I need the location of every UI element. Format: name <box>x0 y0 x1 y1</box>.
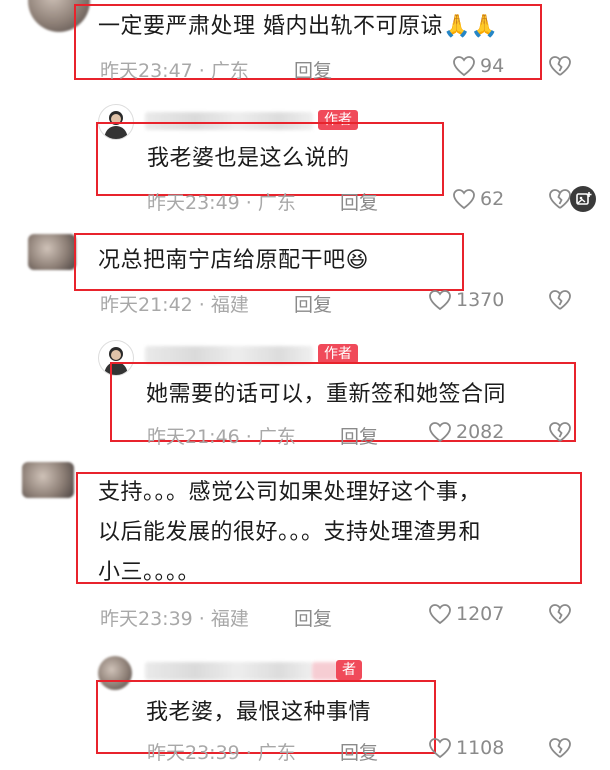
reply-button[interactable]: 回复 <box>340 422 378 449</box>
heart-outline-icon <box>429 604 451 625</box>
meta-separator: · <box>245 742 252 764</box>
comment-meta: 昨天23:49 · 广东 <box>147 188 296 215</box>
like-count: 1108 <box>456 737 505 759</box>
dislike-button[interactable] <box>548 603 572 629</box>
broken-heart-icon <box>549 56 571 76</box>
broken-heart-icon <box>549 604 571 624</box>
comment-time: 昨天23:47 <box>100 60 193 82</box>
comment-meta: 昨天21:46 · 广东 <box>147 422 296 449</box>
like-count: 94 <box>480 55 505 77</box>
comment-time: 昨天23:39 <box>100 608 193 630</box>
author-tag: 作者 <box>318 344 358 364</box>
comment-meta: 昨天23:39 · 广东 <box>147 738 296 765</box>
meta-separator: · <box>198 60 205 82</box>
broken-heart-icon <box>549 189 571 209</box>
like-button[interactable]: 62 <box>452 188 504 210</box>
comment-location: 广东 <box>257 192 296 214</box>
reply-button[interactable]: 回复 <box>340 738 378 765</box>
like-button[interactable]: 1108 <box>428 737 504 759</box>
comment-location: 福建 <box>210 608 249 630</box>
like-button[interactable]: 1370 <box>428 289 504 311</box>
dislike-button[interactable] <box>548 289 572 315</box>
broken-heart-icon <box>549 738 571 758</box>
dislike-button[interactable] <box>548 188 572 214</box>
username-blurred-pink <box>312 662 338 680</box>
heart-outline-icon <box>429 738 451 759</box>
reply-button[interactable]: 回复 <box>294 290 332 317</box>
comment-location: 广东 <box>257 426 296 448</box>
broken-heart-icon <box>549 422 571 442</box>
comment-meta: 昨天21:42 · 福建 <box>100 290 249 317</box>
heart-outline-icon <box>429 422 451 443</box>
reply-button[interactable]: 回复 <box>340 188 378 215</box>
highlight-box <box>96 122 444 196</box>
image-save-icon[interactable] <box>570 186 596 212</box>
heart-outline-icon <box>429 290 451 311</box>
like-count: 1370 <box>456 289 505 311</box>
author-tag: 者 <box>336 660 362 680</box>
meta-separator: · <box>198 608 205 630</box>
highlight-box <box>76 472 582 584</box>
heart-outline-icon <box>453 56 475 77</box>
dislike-button[interactable] <box>548 55 572 81</box>
comment-time: 昨天23:49 <box>147 192 240 214</box>
highlight-box <box>74 233 464 291</box>
reply-button[interactable]: 回复 <box>294 56 332 83</box>
like-button[interactable]: 1207 <box>428 603 504 625</box>
comment-meta: 昨天23:39 · 福建 <box>100 604 249 631</box>
meta-separator: · <box>245 192 252 214</box>
comment-location: 广东 <box>257 742 296 764</box>
comment-location: 福建 <box>210 294 249 316</box>
comment-time: 昨天21:42 <box>100 294 193 316</box>
broken-heart-icon <box>549 290 571 310</box>
dislike-button[interactable] <box>548 737 572 763</box>
commenter-avatar[interactable] <box>22 462 74 498</box>
reply-button[interactable]: 回复 <box>294 604 332 631</box>
comment-location: 广东 <box>210 60 249 82</box>
heart-outline-icon <box>453 189 475 210</box>
meta-separator: · <box>198 294 205 316</box>
like-count: 62 <box>480 188 505 210</box>
commenter-avatar[interactable] <box>28 234 76 270</box>
comment-time: 昨天21:46 <box>147 426 240 448</box>
comment-time: 昨天23:39 <box>147 742 240 764</box>
username-blurred <box>145 662 313 680</box>
like-count: 2082 <box>456 421 505 443</box>
like-button[interactable]: 94 <box>452 55 504 77</box>
comment-meta: 昨天23:47 · 广东 <box>100 56 249 83</box>
meta-separator: · <box>245 426 252 448</box>
dislike-button[interactable] <box>548 421 572 447</box>
like-button[interactable]: 2082 <box>428 421 504 443</box>
like-count: 1207 <box>456 603 505 625</box>
